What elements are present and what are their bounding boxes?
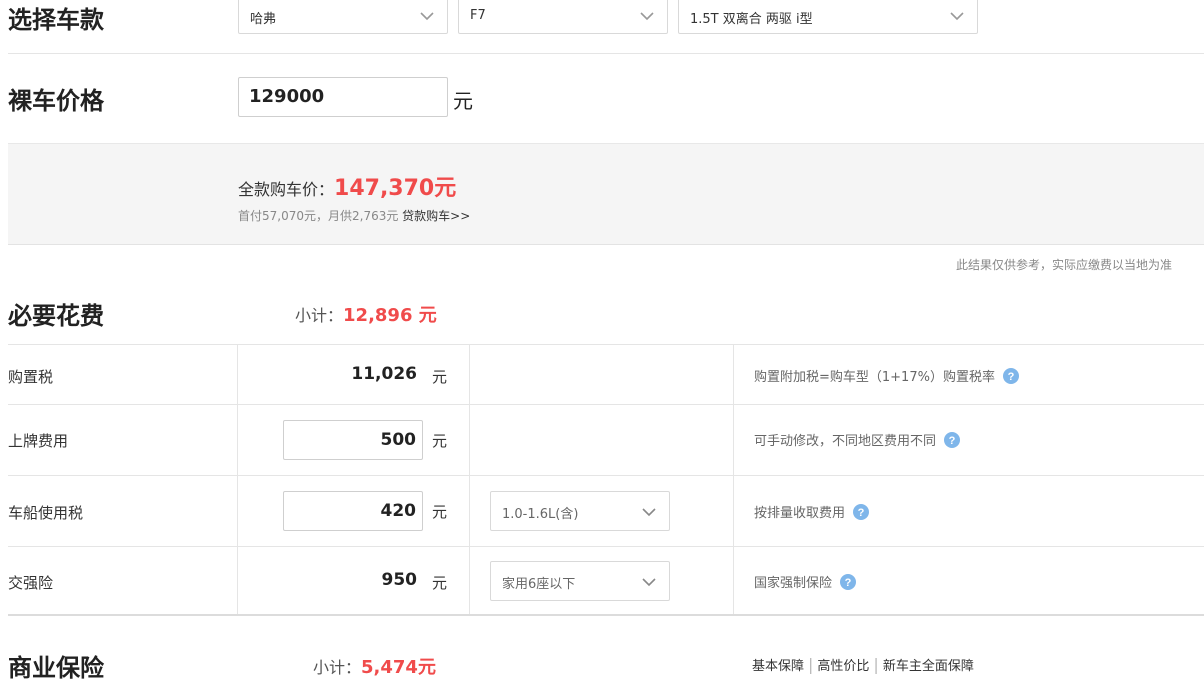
- purchase-tax-unit: 元: [432, 368, 448, 386]
- tab-separator: |: [808, 655, 814, 674]
- chevron-down-icon: [950, 12, 964, 21]
- required-subtotal-label: 小计：: [295, 306, 344, 325]
- row-divider: [8, 475, 1204, 476]
- tab-separator: |: [873, 655, 879, 674]
- vehicle-tax-unit: 元: [432, 503, 448, 521]
- help-icon[interactable]: ?: [840, 574, 857, 590]
- svg-text:?: ?: [949, 435, 956, 447]
- help-icon[interactable]: ?: [1002, 368, 1019, 384]
- chevron-down-icon: [420, 12, 434, 21]
- price-summary-panel: 全款购车价：147,370元 首付57,070元，月供2,763元 贷款购车>>: [8, 143, 1204, 245]
- brand-select-value: 哈弗: [250, 12, 277, 27]
- vehicle-tax-label: 车船使用税: [8, 504, 84, 522]
- compulsory-insurance-label: 交强险: [8, 574, 54, 592]
- insurance-plan-tabs: 基本保障 | 高性价比 | 新车主全面保障: [752, 655, 974, 674]
- registration-fee-input[interactable]: 500: [283, 420, 423, 460]
- bare-price-input[interactable]: 129000: [238, 77, 448, 117]
- divider: [8, 53, 1204, 54]
- seat-type-select-value: 家用6座以下: [502, 577, 576, 592]
- chevron-down-icon: [642, 578, 656, 587]
- loan-summary-text: 首付57,070元，月供2,763元: [238, 209, 399, 223]
- commercial-subtotal-value: 5,474元: [361, 657, 436, 678]
- commercial-insurance-title: 商业保险: [8, 654, 104, 682]
- table-bottom-border: [8, 614, 1204, 616]
- registration-fee-note: 可手动修改，不同地区费用不同?: [754, 430, 961, 449]
- registration-fee-label: 上牌费用: [8, 432, 69, 450]
- trim-select-value: 1.5T 双离合 两驱 i型: [690, 12, 813, 27]
- svg-text:?: ?: [858, 507, 865, 519]
- seat-type-select[interactable]: 家用6座以下: [490, 561, 670, 601]
- displacement-select[interactable]: 1.0-1.6L(含): [490, 491, 670, 531]
- vehicle-tax-input[interactable]: 420: [283, 491, 423, 531]
- commercial-subtotal-label: 小计：: [313, 658, 362, 677]
- full-price-label: 全款购车价：: [238, 180, 335, 199]
- required-fees-title: 必要花费: [8, 302, 104, 330]
- help-icon[interactable]: ?: [853, 504, 870, 520]
- displacement-select-value: 1.0-1.6L(含): [502, 507, 579, 522]
- table-top-border: [8, 344, 1204, 345]
- disclaimer-text: 此结果仅供参考，实际应缴费以当地为准: [956, 258, 1173, 272]
- bare-price-unit: 元: [453, 89, 473, 113]
- chevron-down-icon: [640, 12, 654, 21]
- vehicle-tax-note: 按排量收取费用?: [754, 502, 870, 521]
- bare-price-title: 裸车价格: [8, 87, 104, 115]
- compulsory-insurance-value: 950: [381, 570, 418, 590]
- brand-select[interactable]: 哈弗: [238, 0, 448, 34]
- column-divider: [469, 344, 470, 614]
- row-divider: [8, 404, 1204, 405]
- trim-select[interactable]: 1.5T 双离合 两驱 i型: [678, 0, 978, 34]
- purchase-tax-value: 11,026: [351, 364, 417, 384]
- select-model-title: 选择车款: [8, 6, 104, 34]
- column-divider: [237, 344, 238, 614]
- chevron-down-icon: [642, 508, 656, 517]
- registration-fee-note-text: 可手动修改，不同地区费用不同: [754, 434, 937, 449]
- full-price-value: 147,370元: [334, 176, 457, 201]
- compulsory-insurance-note: 国家强制保险?: [754, 572, 857, 591]
- purchase-tax-note: 购置附加税=购车型（1+17%）购置税率?: [754, 366, 1019, 385]
- tab-basic-coverage[interactable]: 基本保障: [752, 659, 804, 674]
- svg-text:?: ?: [1008, 371, 1015, 383]
- purchase-tax-note-text: 购置附加税=购车型（1+17%）购置税率: [754, 370, 995, 385]
- tab-cost-effective[interactable]: 高性价比: [817, 659, 869, 674]
- column-divider: [733, 344, 734, 614]
- loan-link[interactable]: 贷款购车>>: [402, 209, 470, 223]
- compulsory-insurance-unit: 元: [432, 574, 448, 592]
- registration-fee-unit: 元: [432, 432, 448, 450]
- series-select-value: F7: [470, 8, 486, 23]
- row-divider: [8, 546, 1204, 547]
- series-select[interactable]: F7: [458, 0, 668, 34]
- compulsory-insurance-note-text: 国家强制保险: [754, 576, 833, 591]
- required-subtotal-value: 12,896 元: [343, 305, 437, 326]
- help-icon[interactable]: ?: [944, 432, 961, 448]
- vehicle-tax-note-text: 按排量收取费用: [754, 506, 846, 521]
- svg-text:?: ?: [845, 577, 852, 589]
- purchase-tax-label: 购置税: [8, 368, 54, 386]
- tab-full-coverage[interactable]: 新车主全面保障: [883, 659, 974, 674]
